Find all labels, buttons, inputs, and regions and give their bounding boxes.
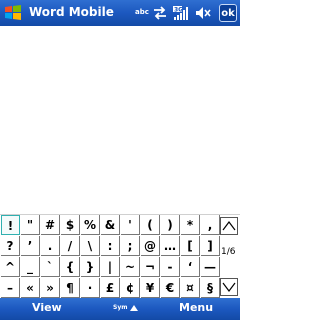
symbol-key[interactable]: @ bbox=[141, 236, 160, 256]
title-bar: Word Mobile abc 3G ok bbox=[0, 0, 240, 26]
symbol-key[interactable]: — bbox=[201, 257, 220, 277]
signal-3g-icon[interactable]: 3G bbox=[172, 5, 188, 21]
symbol-key[interactable]: ’ bbox=[21, 236, 40, 256]
symbol-key[interactable]: ¢ bbox=[121, 278, 140, 298]
softkey-bar: View Sym Menu bbox=[0, 298, 240, 320]
symbol-key[interactable]: " bbox=[21, 215, 40, 235]
view-softkey[interactable]: View bbox=[32, 301, 62, 314]
symbol-key[interactable]: . bbox=[41, 236, 60, 256]
symbol-key[interactable]: ~ bbox=[121, 257, 140, 277]
symbol-key[interactable]: € bbox=[161, 278, 180, 298]
menu-softkey[interactable]: Menu bbox=[179, 301, 213, 314]
symbol-key[interactable]: ! bbox=[1, 215, 20, 235]
symbol-key[interactable]: ¥ bbox=[141, 278, 160, 298]
symbol-key[interactable]: _ bbox=[21, 257, 40, 277]
connectivity-icon[interactable] bbox=[152, 5, 168, 21]
symbol-key[interactable]: & bbox=[101, 215, 120, 235]
symbol-key[interactable]: | bbox=[101, 257, 120, 277]
caret-up-icon bbox=[129, 304, 138, 311]
symbol-key[interactable]: … bbox=[161, 236, 180, 256]
chevron-down-icon bbox=[222, 282, 236, 292]
symbol-key[interactable]: » bbox=[41, 278, 60, 298]
svg-text:3G: 3G bbox=[174, 7, 183, 14]
volume-mute-icon[interactable] bbox=[194, 5, 212, 21]
app-title: Word Mobile bbox=[29, 5, 114, 19]
symbol-key[interactable]: ( bbox=[141, 215, 160, 235]
symbol-key[interactable]: ? bbox=[1, 236, 20, 256]
symbol-key[interactable]: ^ bbox=[1, 257, 20, 277]
symbol-key[interactable]: ` bbox=[41, 257, 60, 277]
symbol-key[interactable]: ¶ bbox=[61, 278, 80, 298]
symbol-key[interactable]: ‘ bbox=[181, 257, 200, 277]
symbol-key[interactable]: § bbox=[201, 278, 220, 298]
symbol-key[interactable]: ¤ bbox=[181, 278, 200, 298]
symbol-key[interactable]: # bbox=[41, 215, 60, 235]
symbol-key[interactable]: - bbox=[161, 257, 180, 277]
symbol-key[interactable]: – bbox=[1, 278, 20, 298]
symbol-key[interactable]: ; bbox=[121, 236, 140, 256]
symbol-key[interactable]: $ bbox=[61, 215, 80, 235]
input-panel-toggle[interactable]: Sym bbox=[113, 304, 138, 311]
symbol-key[interactable]: \ bbox=[81, 236, 100, 256]
symbol-key[interactable]: * bbox=[181, 215, 200, 235]
chevron-up-icon bbox=[222, 221, 236, 231]
symbol-key[interactable]: { bbox=[61, 257, 80, 277]
sip-label: Sym bbox=[113, 304, 128, 311]
symbol-key[interactable]: ' bbox=[121, 215, 140, 235]
symbol-key[interactable]: £ bbox=[101, 278, 120, 298]
symbol-key[interactable]: ] bbox=[201, 236, 220, 256]
document-area[interactable] bbox=[0, 26, 240, 214]
symbol-key[interactable]: } bbox=[81, 257, 100, 277]
symbol-key[interactable]: · bbox=[81, 278, 100, 298]
page-down-button[interactable] bbox=[220, 278, 238, 296]
page-up-button[interactable] bbox=[220, 217, 238, 235]
symbol-key[interactable]: , bbox=[201, 215, 220, 235]
symbol-key[interactable]: ¬ bbox=[141, 257, 160, 277]
symbol-key[interactable]: / bbox=[61, 236, 80, 256]
symbol-key[interactable]: « bbox=[21, 278, 40, 298]
symbol-key[interactable]: ) bbox=[161, 215, 180, 235]
windows-start-icon[interactable] bbox=[3, 3, 23, 23]
ok-button[interactable]: ok bbox=[219, 4, 237, 22]
symbol-key[interactable]: : bbox=[101, 236, 120, 256]
input-mode-indicator: abc bbox=[135, 8, 149, 16]
symbol-key[interactable]: [ bbox=[181, 236, 200, 256]
page-indicator: 1/6 bbox=[221, 247, 236, 257]
symbol-key[interactable]: % bbox=[81, 215, 100, 235]
